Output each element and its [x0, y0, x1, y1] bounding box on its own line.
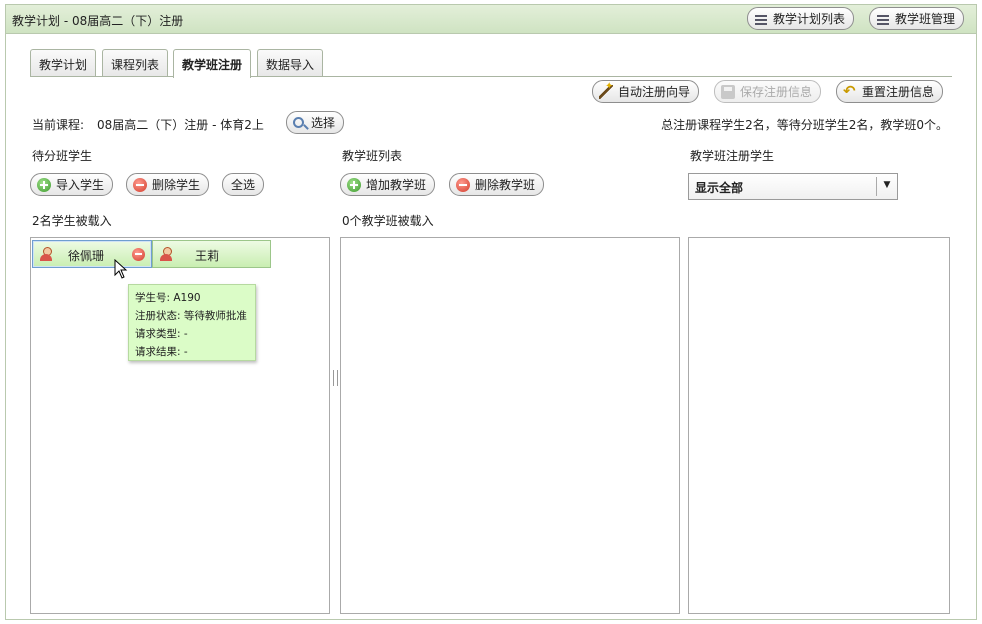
registered-header: 教学班注册学生 [690, 149, 775, 163]
classes-header: 教学班列表 [342, 149, 403, 163]
add-class-button[interactable]: 增加教学班 [340, 173, 436, 196]
wand-icon [599, 81, 613, 99]
auto-register-button[interactable]: 自动注册向导 [592, 80, 700, 103]
search-icon [293, 117, 304, 128]
course-label: 当前课程: [32, 118, 85, 132]
filter-value: 显示全部 [695, 181, 744, 195]
list-icon [876, 12, 890, 26]
main-window: 教学计划 - 08届高二（下）注册 教学计划列表 教学班管理 教学计划 课程列表… [5, 4, 977, 620]
pending-header: 待分班学生 [32, 149, 93, 163]
tab-data-import[interactable]: 数据导入 [257, 49, 324, 77]
list-icon [754, 12, 768, 26]
student-card[interactable]: 徐佩珊 [32, 240, 152, 268]
user-icon [40, 247, 52, 261]
add-class-label: 增加教学班 [366, 178, 427, 192]
tab-divider [30, 76, 952, 77]
delete-student-label: 删除学生 [152, 178, 201, 192]
chevron-down-icon: ▼ [876, 177, 897, 196]
remove-icon [456, 177, 470, 192]
tooltip-request-type: 请求类型: - [135, 328, 188, 340]
select-all-button[interactable]: 全选 [222, 173, 265, 196]
tooltip-request-result: 请求结果: - [135, 346, 188, 358]
splitter-handle[interactable] [333, 370, 338, 386]
import-student-button[interactable]: 导入学生 [30, 173, 114, 196]
student-name: 徐佩珊 [68, 249, 105, 263]
tooltip-student-no: 学生号: A190 [135, 292, 201, 304]
add-icon [347, 177, 361, 192]
student-tooltip: 学生号: A190 注册状态: 等待教师批准 请求类型: - 请求结果: - [128, 284, 256, 361]
class-manage-label: 教学班管理 [895, 12, 956, 26]
tooltip-status: 注册状态: 等待教师批准 [135, 310, 247, 322]
student-card[interactable]: 王莉 [152, 240, 271, 268]
tab-plan[interactable]: 教学计划 [30, 49, 97, 77]
summary-text: 总注册课程学生2名，等待分班学生2名，教学班0个。 [661, 118, 948, 132]
reset-register-button[interactable]: 重置注册信息 [836, 80, 944, 103]
delete-class-button[interactable]: 删除教学班 [449, 173, 545, 196]
import-student-label: 导入学生 [56, 178, 105, 192]
window-title: 教学计划 - 08届高二（下）注册 [12, 14, 184, 28]
add-icon [37, 177, 51, 192]
delete-student-button[interactable]: 删除学生 [126, 173, 210, 196]
mouse-cursor-icon [114, 259, 128, 279]
select-course-button[interactable]: 选择 [286, 111, 345, 134]
registered-filter-select[interactable]: 显示全部 ▼ [688, 173, 898, 200]
tab-course-list[interactable]: 课程列表 [102, 49, 169, 77]
classes-count: 0个教学班被载入 [342, 214, 434, 228]
save-disk-icon [721, 84, 735, 99]
remove-icon[interactable] [132, 248, 145, 261]
remove-icon [133, 177, 147, 192]
student-name: 王莉 [195, 249, 220, 263]
save-register-button[interactable]: 保存注册信息 [714, 80, 822, 103]
registered-students-panel [688, 237, 950, 614]
delete-class-label: 删除教学班 [475, 178, 536, 192]
auto-register-label: 自动注册向导 [618, 85, 691, 99]
select-course-label: 选择 [311, 116, 336, 130]
undo-icon [843, 82, 857, 100]
class-manage-button[interactable]: 教学班管理 [869, 7, 965, 30]
reset-register-label: 重置注册信息 [862, 85, 935, 99]
classes-panel [340, 237, 680, 614]
user-icon [160, 247, 172, 261]
pending-count: 2名学生被载入 [32, 214, 112, 228]
course-value: 08届高二（下）注册 - 体育2上 [97, 118, 264, 132]
plan-list-label: 教学计划列表 [773, 12, 846, 26]
save-register-label: 保存注册信息 [740, 85, 813, 99]
tab-class-register[interactable]: 教学班注册 [173, 49, 252, 78]
plan-list-button[interactable]: 教学计划列表 [747, 7, 855, 30]
